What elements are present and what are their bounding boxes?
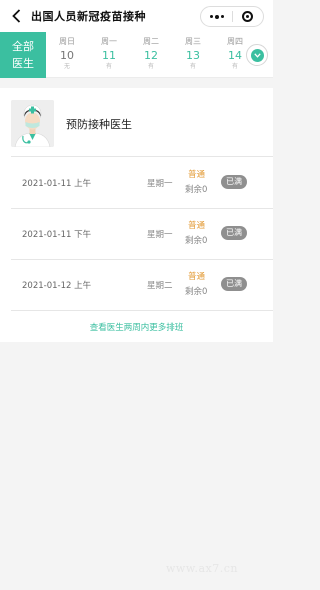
divider <box>11 156 273 157</box>
slot-date: 2021-01-11 下午 <box>22 230 92 240</box>
slot-full-badge: 已满 <box>221 175 247 189</box>
day-availability: 有 <box>105 63 112 70</box>
expand-dates-button[interactable] <box>246 44 268 66</box>
more-menu-button[interactable] <box>201 14 232 19</box>
slot-type: 普通 <box>188 221 206 231</box>
day-date: 11 <box>102 49 116 62</box>
slot-date: 2021-01-12 上午 <box>22 281 92 291</box>
slot-remaining: 剩余0 <box>185 185 208 195</box>
slot-type: 普通 <box>188 170 206 180</box>
chevron-left-icon <box>11 9 20 23</box>
watermark: www.ax7.cn <box>166 562 238 575</box>
page-title: 出国人员新冠疫苗接种 <box>31 10 146 23</box>
slot-weekday: 星期一 <box>147 230 173 240</box>
day-weekday: 周一 <box>101 37 117 46</box>
schedule-slot[interactable]: 2021-01-12 上午 星期二 普通 剩余0 已满 <box>0 260 273 310</box>
more-schedule-link[interactable]: 查看医生两周内更多排班 <box>0 321 273 333</box>
day-tab[interactable]: 周二 12 有 <box>130 32 172 78</box>
all-doctors-tab[interactable]: 全部 医生 <box>0 32 46 78</box>
slot-date: 2021-01-11 上午 <box>22 179 92 189</box>
day-weekday: 周三 <box>185 37 201 46</box>
all-doctors-label-line2: 医生 <box>12 57 34 70</box>
doctor-name: 预防接种医生 <box>66 118 132 131</box>
target-icon <box>242 11 254 22</box>
schedule-slot[interactable]: 2021-01-11 下午 星期一 普通 剩余0 已满 <box>0 209 273 259</box>
day-date: 13 <box>186 49 200 62</box>
day-availability: 有 <box>189 63 196 70</box>
day-date: 10 <box>60 49 74 62</box>
slot-remaining: 剩余0 <box>185 236 208 246</box>
day-availability: 无 <box>63 63 70 70</box>
slot-type: 普通 <box>188 272 206 282</box>
schedule-slot[interactable]: 2021-01-11 上午 星期一 普通 剩余0 已满 <box>0 158 273 208</box>
day-weekday: 周二 <box>143 37 159 46</box>
day-list: 周日 10 无 周一 11 有 周二 12 有 周三 13 有 周四 14 有 <box>46 32 256 78</box>
divider <box>11 310 273 311</box>
chevron-down-icon <box>250 48 264 62</box>
day-weekday: 周日 <box>59 37 75 46</box>
day-availability: 有 <box>231 63 238 70</box>
slot-full-badge: 已满 <box>221 277 247 291</box>
slot-full-badge: 已满 <box>221 226 247 240</box>
day-tab[interactable]: 周一 11 有 <box>88 32 130 78</box>
slot-remaining: 剩余0 <box>185 287 208 297</box>
day-tab[interactable]: 周三 13 有 <box>172 32 214 78</box>
slot-weekday: 星期一 <box>147 179 173 189</box>
slot-weekday: 星期二 <box>147 281 173 291</box>
doctor-avatar <box>11 100 54 147</box>
back-button[interactable] <box>8 7 24 25</box>
doctor-card: 预防接种医生 2021-01-11 上午 星期一 普通 剩余0 已满 2021-… <box>0 88 273 342</box>
date-selector: 全部 医生 周日 10 无 周一 11 有 周二 12 有 周三 13 有 周四… <box>0 32 273 78</box>
navigation-bar: 出国人员新冠疫苗接种 <box>0 0 273 32</box>
close-mini-program-button[interactable] <box>233 11 263 22</box>
all-doctors-label-line1: 全部 <box>12 40 34 53</box>
doctor-icon <box>11 100 54 147</box>
mini-program-capsule <box>200 6 264 27</box>
day-tab[interactable]: 周日 10 无 <box>46 32 88 78</box>
day-date: 12 <box>144 49 158 62</box>
day-availability: 有 <box>147 63 154 70</box>
